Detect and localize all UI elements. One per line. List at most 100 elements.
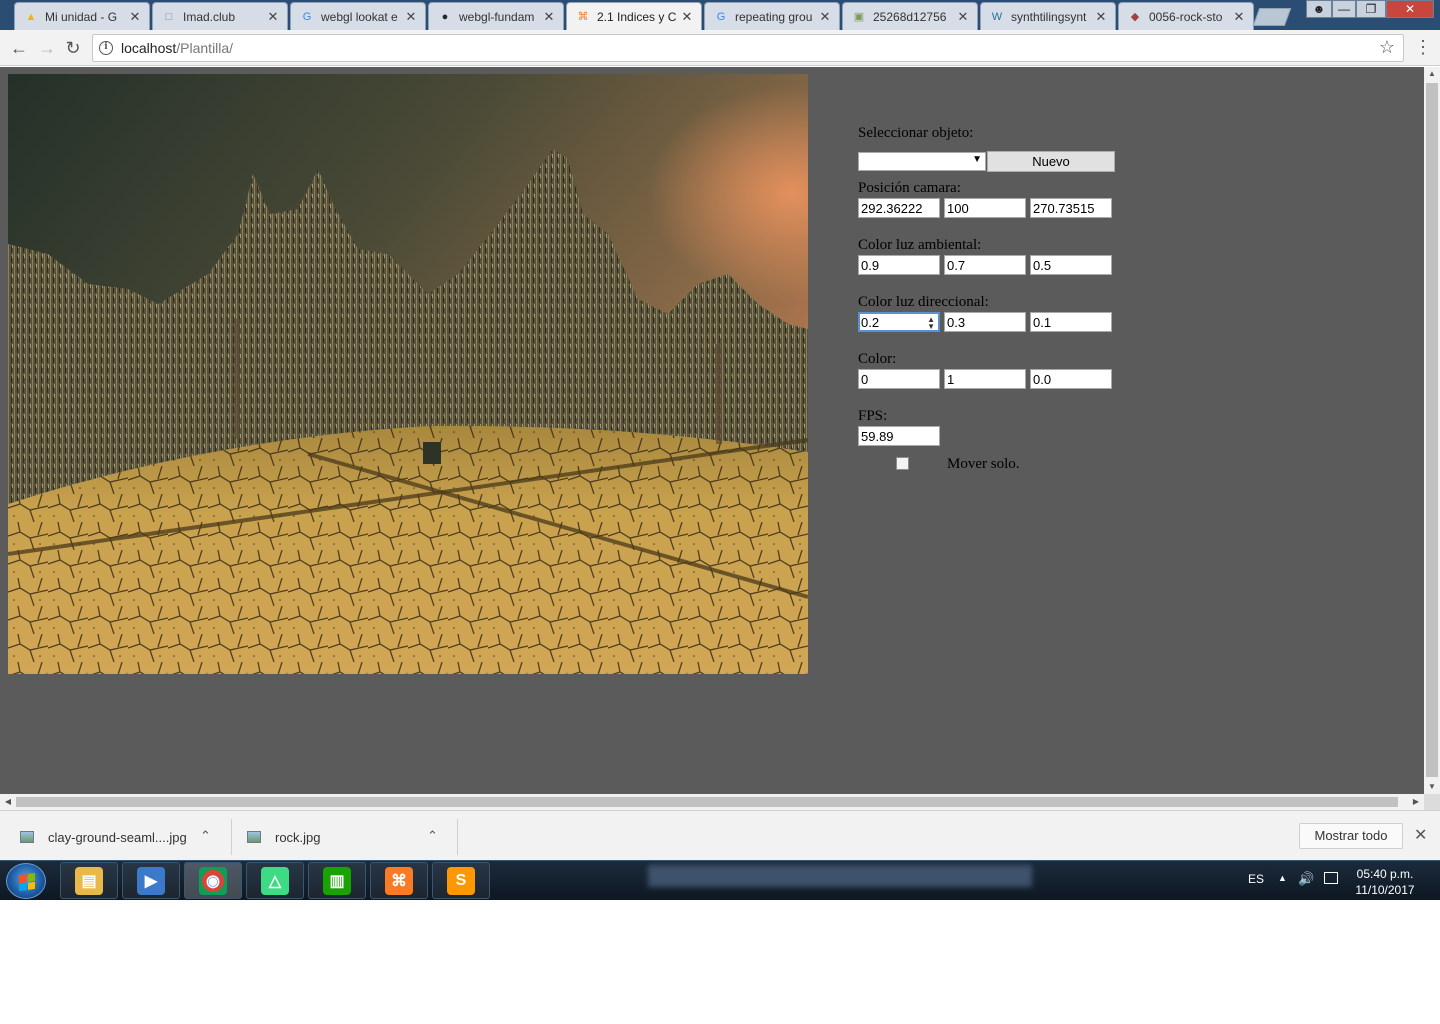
show-all-downloads-button[interactable]: Mostrar todo [1299, 823, 1403, 849]
directional-b-input[interactable]: 0.1 [1030, 312, 1112, 332]
fps-label: FPS: [858, 408, 888, 424]
browser-tab[interactable]: ▣ 25268d12756 ✕ [842, 2, 978, 30]
vertical-scroll-thumb[interactable] [1426, 83, 1438, 777]
taskbar-xampp[interactable]: ⌘ [370, 862, 428, 899]
tab-close-icon[interactable]: ✕ [1093, 9, 1109, 25]
tab-close-icon[interactable]: ✕ [679, 9, 695, 25]
ambient-r-input[interactable]: 0.9 [858, 255, 940, 275]
tab-close-icon[interactable]: ✕ [1231, 9, 1247, 25]
android-studio-icon: △ [261, 866, 289, 895]
taskbar-sublime-text[interactable]: S [432, 862, 490, 899]
tab-close-icon[interactable]: ✕ [403, 9, 419, 25]
webgl-canvas[interactable] [8, 74, 808, 674]
vertical-scrollbar[interactable]: ▲ ▼ [1424, 67, 1440, 794]
scroll-right-icon[interactable]: ▶ [1408, 794, 1424, 810]
ambient-light-label: Color luz ambiental: [858, 237, 982, 253]
scroll-left-icon[interactable]: ◀ [0, 794, 16, 810]
close-icon[interactable]: ✕ [1414, 825, 1427, 845]
info-icon[interactable]: i [99, 41, 113, 55]
tab-close-icon[interactable]: ✕ [955, 9, 971, 25]
directional-g-input[interactable]: 0.3 [944, 312, 1026, 332]
minimize-button[interactable]: — [1332, 0, 1356, 18]
taskbar-libreoffice-calc[interactable]: ▥ [308, 862, 366, 899]
reload-icon[interactable]: ↻ [62, 37, 84, 59]
download-item[interactable]: rock.jpg ⌃ [247, 819, 447, 855]
back-arrow-icon[interactable]: ← [8, 37, 30, 59]
libreoffice-calc-icon: ▥ [323, 866, 351, 895]
new-object-button[interactable]: Nuevo [987, 151, 1115, 172]
tab-close-icon[interactable]: ✕ [541, 9, 557, 25]
camera-z-input[interactable]: 270.73515 [1030, 198, 1112, 218]
browser-tab[interactable]: Grepeating grou ✕ [704, 2, 840, 30]
chevron-up-icon[interactable]: ⌃ [427, 828, 438, 844]
camera-y-input[interactable]: 100 [944, 198, 1026, 218]
browser-tab[interactable]: ⌘ 2.1 Indices y C ✕ [566, 2, 702, 30]
move-solo-label: Mover solo. [947, 456, 1020, 472]
tab-close-icon[interactable]: ✕ [817, 9, 833, 25]
show-hidden-icons-icon[interactable]: ▲ [1278, 873, 1287, 883]
taskbar-android-studio[interactable]: △ [246, 862, 304, 899]
object-select[interactable]: ▼ [858, 152, 986, 171]
taskbar-chrome[interactable]: ◉ [184, 862, 242, 899]
fps-field[interactable]: 59.89 [858, 426, 940, 446]
downloads-bar: clay-ground-seaml....jpg ⌃ rock.jpg ⌃ Mo… [0, 810, 1440, 860]
taskbar-media-player[interactable]: ▶ [122, 862, 180, 899]
color-g-input[interactable]: 1 [944, 369, 1026, 389]
spinner-icon[interactable]: ▲ ▼ [927, 316, 935, 331]
tab-title: Mi unidad - G [45, 9, 118, 24]
browser-tab[interactable]: Wsynthtilingsynt ✕ [980, 2, 1116, 30]
sublime-text-icon: S [447, 866, 475, 895]
google-drive-icon: ▲ [25, 10, 37, 23]
terrain-scene [8, 74, 808, 674]
color-b-input[interactable]: 0.0 [1030, 369, 1112, 389]
windows-logo-icon [19, 872, 35, 892]
clock-time: 05:40 p.m. [1356, 867, 1414, 881]
tab-title: webgl-fundam [459, 9, 535, 24]
restore-button[interactable]: ❐ [1356, 0, 1386, 18]
github-icon: ● [441, 10, 449, 23]
forward-arrow-icon[interactable]: → [36, 37, 58, 59]
download-filename: clay-ground-seaml....jpg [48, 829, 187, 845]
browser-tab[interactable]: ● webgl-fundam ✕ [428, 2, 564, 30]
download-item[interactable]: clay-ground-seaml....jpg ⌃ [20, 819, 220, 855]
move-solo-checkbox[interactable] [896, 457, 909, 470]
directional-r-input[interactable]: 0.2 ▲ ▼ [858, 312, 940, 332]
user-icon[interactable]: ☻ [1306, 0, 1332, 18]
clock[interactable]: 05:40 p.m. 11/10/2017 [1354, 866, 1416, 898]
tab-title: Imad.club [183, 9, 236, 24]
browser-tab[interactable]: □ Imad.club ✕ [152, 2, 288, 30]
system-tray: ES ▲ 🔊 05:40 p.m. 11/10/2017 [1240, 861, 1440, 900]
network-icon[interactable] [1324, 872, 1338, 884]
browser-tab[interactable]: Gwebgl lookat e ✕ [290, 2, 426, 30]
close-window-button[interactable]: ✕ [1386, 0, 1434, 18]
horizontal-scroll-thumb[interactable] [16, 797, 1398, 807]
tab-strip: ▲ Mi unidad - G ✕ □ Imad.club ✕ Gwebgl lookat … [0, 0, 1440, 30]
ambient-g-input[interactable]: 0.7 [944, 255, 1026, 275]
tab-close-icon[interactable]: ✕ [265, 9, 281, 25]
taskbar-file-explorer[interactable]: ▤ [60, 862, 118, 899]
ambient-b-input[interactable]: 0.5 [1030, 255, 1112, 275]
volume-icon[interactable]: 🔊 [1298, 871, 1314, 887]
browser-tab[interactable]: ▲ Mi unidad - G ✕ [14, 2, 150, 30]
bookmark-star-icon[interactable]: ☆ [1379, 37, 1395, 58]
windows-taskbar: ▤ ▶ ◉ △ ▥ ⌘ S ES ▲ 🔊 05:40 p.m. 11/10/2017 [0, 860, 1440, 900]
chevron-up-icon[interactable]: ⌃ [200, 828, 211, 844]
browser-tab[interactable]: ◆ 0056-rock-sto ✕ [1118, 2, 1254, 30]
language-indicator[interactable]: ES [1248, 872, 1264, 886]
scroll-up-icon[interactable]: ▲ [1424, 67, 1440, 81]
google-icon: G [302, 10, 312, 23]
image-file-icon [20, 831, 34, 843]
google-icon: G [716, 10, 726, 23]
divider [457, 819, 458, 855]
menu-dots-icon[interactable]: ⋮ [1414, 36, 1432, 58]
scroll-down-icon[interactable]: ▼ [1424, 780, 1440, 794]
xampp-icon: ⌘ [577, 11, 589, 23]
tab-close-icon[interactable]: ✕ [127, 9, 143, 25]
horizontal-scrollbar[interactable]: ◀ ▶ [0, 794, 1424, 810]
new-tab-button[interactable] [1252, 8, 1292, 26]
camera-x-input[interactable]: 292.36222 [858, 198, 940, 218]
color-r-input[interactable]: 0 [858, 369, 940, 389]
start-button[interactable] [6, 863, 46, 899]
image-file-icon [247, 831, 261, 843]
address-bar[interactable]: i localhost/Plantilla/ ☆ [92, 34, 1404, 62]
